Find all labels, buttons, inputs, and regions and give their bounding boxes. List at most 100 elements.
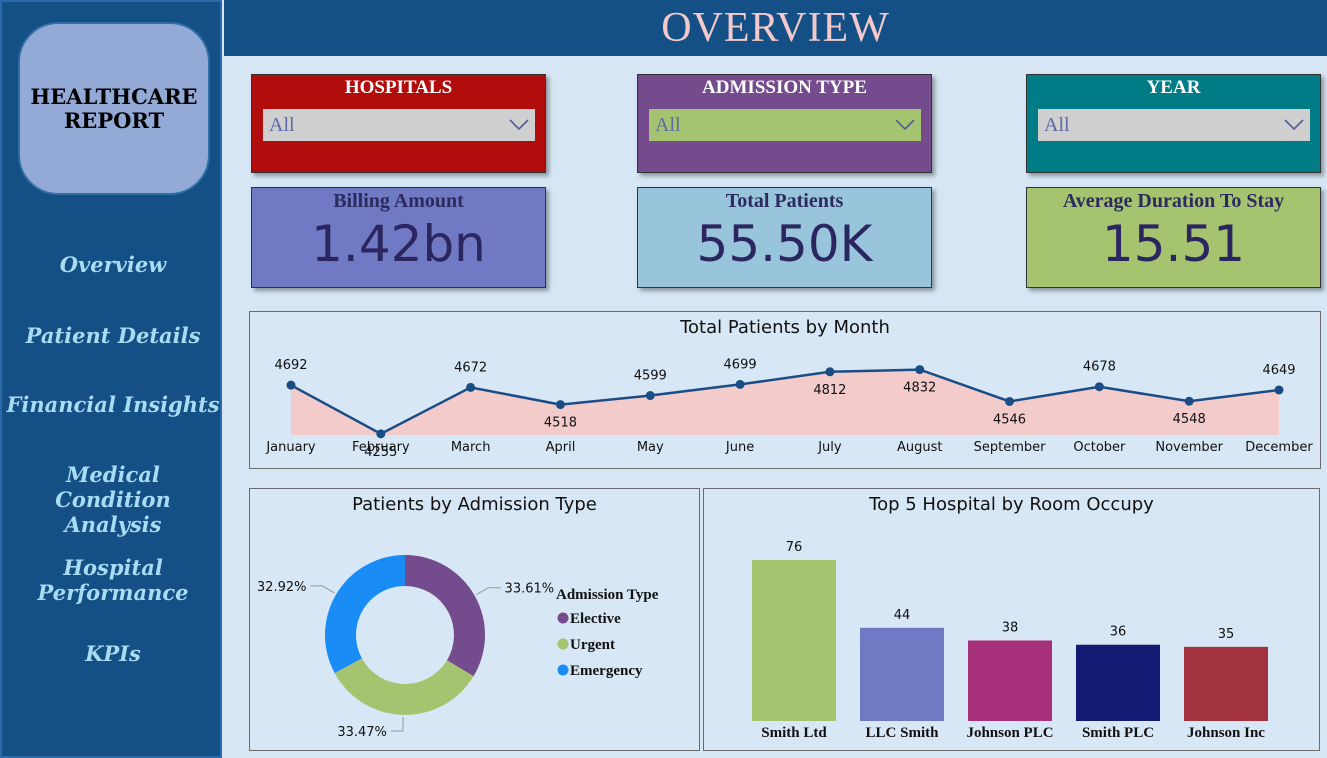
nav-item-patient-details[interactable]: Patient Details [2, 323, 224, 348]
data-label: 4699 [724, 357, 757, 372]
data-point[interactable] [825, 367, 835, 377]
pie-slice[interactable] [325, 555, 405, 674]
bar-value-label: 36 [1110, 625, 1127, 640]
year-filter-label: YEAR [1146, 77, 1201, 98]
nav-item-kpis[interactable]: KPIs [2, 641, 224, 666]
x-tick-label: May [637, 440, 664, 455]
admission-type-dropdown-value: All [655, 113, 681, 136]
x-tick-label: July [817, 440, 842, 455]
room-occupy-bar-chart: 76 Smith Ltd 44 LLC Smith 38 Johnson PLC 36 Smi… [752, 540, 1268, 741]
nav-item-financial-insights[interactable]: Financial Insights [2, 392, 224, 417]
billing-amount-value: 1.42bn [311, 215, 486, 273]
data-point[interactable] [1184, 396, 1194, 406]
data-point[interactable] [735, 379, 745, 389]
avg-stay-label: Average Duration To Stay [1062, 190, 1285, 212]
year-filter: YEAR All [1026, 74, 1321, 173]
data-point[interactable] [286, 380, 296, 390]
total-patients-label: Total Patients [725, 190, 844, 212]
leader-line [476, 587, 501, 596]
data-label: 4812 [813, 383, 846, 398]
admission-type-panel: Patients by Admission Type 33.61% 33.47% 3… [249, 488, 700, 751]
bar[interactable] [860, 627, 944, 721]
bar-value-label: 44 [894, 608, 911, 623]
x-category-label: Johnson Inc [1187, 725, 1265, 741]
data-label: 4546 [993, 412, 1026, 427]
bar[interactable] [752, 560, 836, 721]
x-tick-label: December [1245, 440, 1313, 455]
avg-stay-value: 15.51 [1101, 215, 1246, 273]
page-title: OVERVIEW [661, 5, 890, 51]
admission-type-donut-chart: 33.61% 33.47% 32.92% Admission Type Elective… [257, 555, 659, 740]
sidebar: HEALTHCARE REPORT Overview Patient Detai… [0, 0, 222, 758]
x-tick-label: June [725, 440, 754, 455]
total-patients-value: 55.50K [696, 215, 873, 273]
admission-type-filter: ADMISSION TYPE All [637, 74, 932, 173]
x-tick-label: September [974, 440, 1047, 455]
legend-swatch [557, 612, 569, 624]
patients-by-month-panel: Total Patients by Month 4692 January 4255 F… [249, 311, 1321, 469]
year-dropdown[interactable]: All [1038, 109, 1310, 141]
x-tick-label: April [546, 440, 576, 455]
data-point[interactable] [466, 382, 476, 392]
legend-title: Admission Type [556, 587, 659, 603]
data-point[interactable] [1005, 396, 1015, 406]
hospitals-dropdown-value: All [269, 113, 295, 136]
data-point[interactable] [915, 365, 925, 375]
pie-slice[interactable] [405, 555, 485, 677]
nav-item-medical-condition-analysis[interactable]: Medical Condition Analysis [2, 462, 224, 537]
bar-value-label: 38 [1002, 621, 1019, 636]
patients-by-month-chart: 4692January 4255February4672March4518Apri… [265, 357, 1313, 459]
x-tick-label: February [352, 440, 410, 455]
x-tick-label: November [1155, 440, 1223, 455]
billing-amount-label: Billing Amount [333, 190, 464, 212]
x-tick-label: October [1073, 440, 1126, 455]
nav-item-overview[interactable]: Overview [2, 252, 224, 277]
data-label: 4599 [634, 369, 667, 384]
legend-item[interactable]: Emergency [570, 663, 643, 679]
slice-percent-label: 32.92% [257, 580, 307, 595]
nav-item-hospital-performance[interactable]: Hospital Performance [2, 555, 224, 605]
legend-item[interactable]: Elective [570, 611, 621, 627]
admission-type-dropdown[interactable]: All [649, 109, 921, 141]
data-label: 4548 [1173, 412, 1206, 427]
leader-line [390, 716, 404, 732]
hospitals-filter: HOSPITALS All [251, 74, 546, 173]
chevron-down-icon [509, 119, 529, 131]
pie-slice[interactable] [334, 658, 474, 715]
year-dropdown-value: All [1044, 113, 1070, 136]
data-label: 4672 [454, 360, 487, 375]
bar[interactable] [1076, 644, 1160, 721]
data-label: 4649 [1262, 363, 1295, 378]
data-point[interactable] [1274, 385, 1284, 395]
data-point[interactable] [376, 429, 386, 439]
legend-swatch [557, 638, 569, 650]
x-tick-label: August [897, 440, 943, 455]
report-title: HEALTHCARE REPORT [30, 83, 198, 133]
data-point[interactable] [555, 400, 565, 410]
bar[interactable] [1184, 646, 1268, 721]
chevron-down-icon [1284, 119, 1304, 131]
x-tick-label: January [265, 440, 316, 455]
hospitals-filter-label: HOSPITALS [344, 77, 453, 98]
total-patients-card: Total Patients 55.50K [637, 187, 932, 288]
bar-value-label: 76 [786, 540, 803, 555]
report-title-box: HEALTHCARE REPORT [18, 22, 210, 195]
data-point[interactable] [1094, 382, 1104, 392]
data-label: 4832 [903, 381, 936, 396]
x-category-label: Smith Ltd [761, 725, 827, 741]
hospitals-dropdown[interactable]: All [263, 109, 535, 141]
data-point[interactable] [645, 391, 655, 401]
legend-item[interactable]: Urgent [570, 637, 615, 653]
data-label: 4518 [544, 416, 577, 431]
slice-percent-label: 33.61% [505, 582, 555, 597]
slice-percent-label: 33.47% [337, 725, 387, 740]
data-label: 4692 [274, 358, 307, 373]
x-tick-label: March [451, 440, 491, 455]
bar[interactable] [968, 640, 1052, 722]
page-header: OVERVIEW [224, 0, 1327, 56]
x-category-label: LLC Smith [866, 725, 940, 741]
room-occupy-panel: Top 5 Hospital by Room Occupy 76 Smith Lt… [703, 488, 1320, 751]
avg-stay-card: Average Duration To Stay 15.51 [1026, 187, 1321, 288]
billing-amount-card: Billing Amount 1.42bn [251, 187, 546, 288]
legend-swatch [557, 664, 569, 676]
